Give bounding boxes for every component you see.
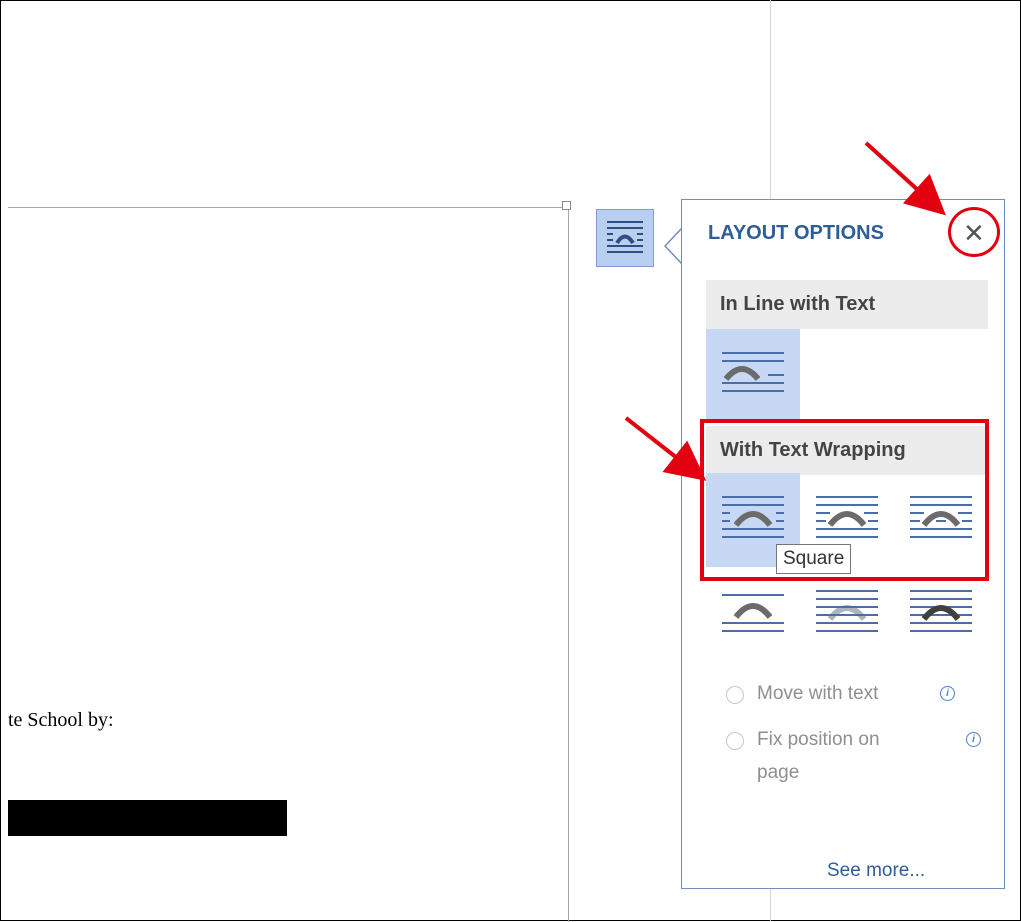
wrapping-heading: With Text Wrapping — [706, 426, 988, 475]
in-line-wrap-icon — [722, 352, 784, 392]
fix-position-label-page: page — [757, 762, 800, 783]
move-with-text-label: Move with text — [757, 683, 879, 704]
tight-wrap-icon — [816, 496, 878, 538]
top-and-bottom-wrap-option[interactable] — [706, 567, 800, 661]
through-wrap-option[interactable] — [894, 473, 988, 567]
document-text: te School by: — [8, 709, 114, 731]
redacted-text-bar — [8, 800, 287, 836]
in-line-with-text-option[interactable] — [706, 329, 800, 423]
behind-text-option[interactable] — [800, 567, 894, 661]
fix-position-label: Fix position on — [757, 729, 880, 750]
behind-text-icon — [816, 590, 878, 632]
top-and-bottom-wrap-icon — [722, 594, 784, 632]
info-icon[interactable]: i — [966, 732, 981, 747]
layout-options-button[interactable] — [596, 209, 654, 267]
layout-wrap-icon — [607, 221, 643, 253]
in-front-of-text-option[interactable] — [894, 567, 988, 661]
resize-handle[interactable] — [562, 201, 571, 210]
square-tooltip: Square — [776, 544, 852, 574]
info-icon[interactable]: i — [940, 686, 955, 701]
close-icon[interactable]: ✕ — [963, 218, 985, 249]
in-front-of-text-icon — [910, 590, 972, 632]
see-more-link[interactable]: See more... — [827, 860, 925, 882]
move-with-text-radio[interactable] — [726, 686, 744, 704]
panel-title: LAYOUT OPTIONS — [708, 222, 884, 244]
fix-position-radio[interactable] — [726, 732, 744, 750]
inline-heading: In Line with Text — [706, 280, 988, 329]
square-wrap-icon — [722, 496, 784, 538]
through-wrap-icon — [910, 496, 972, 538]
